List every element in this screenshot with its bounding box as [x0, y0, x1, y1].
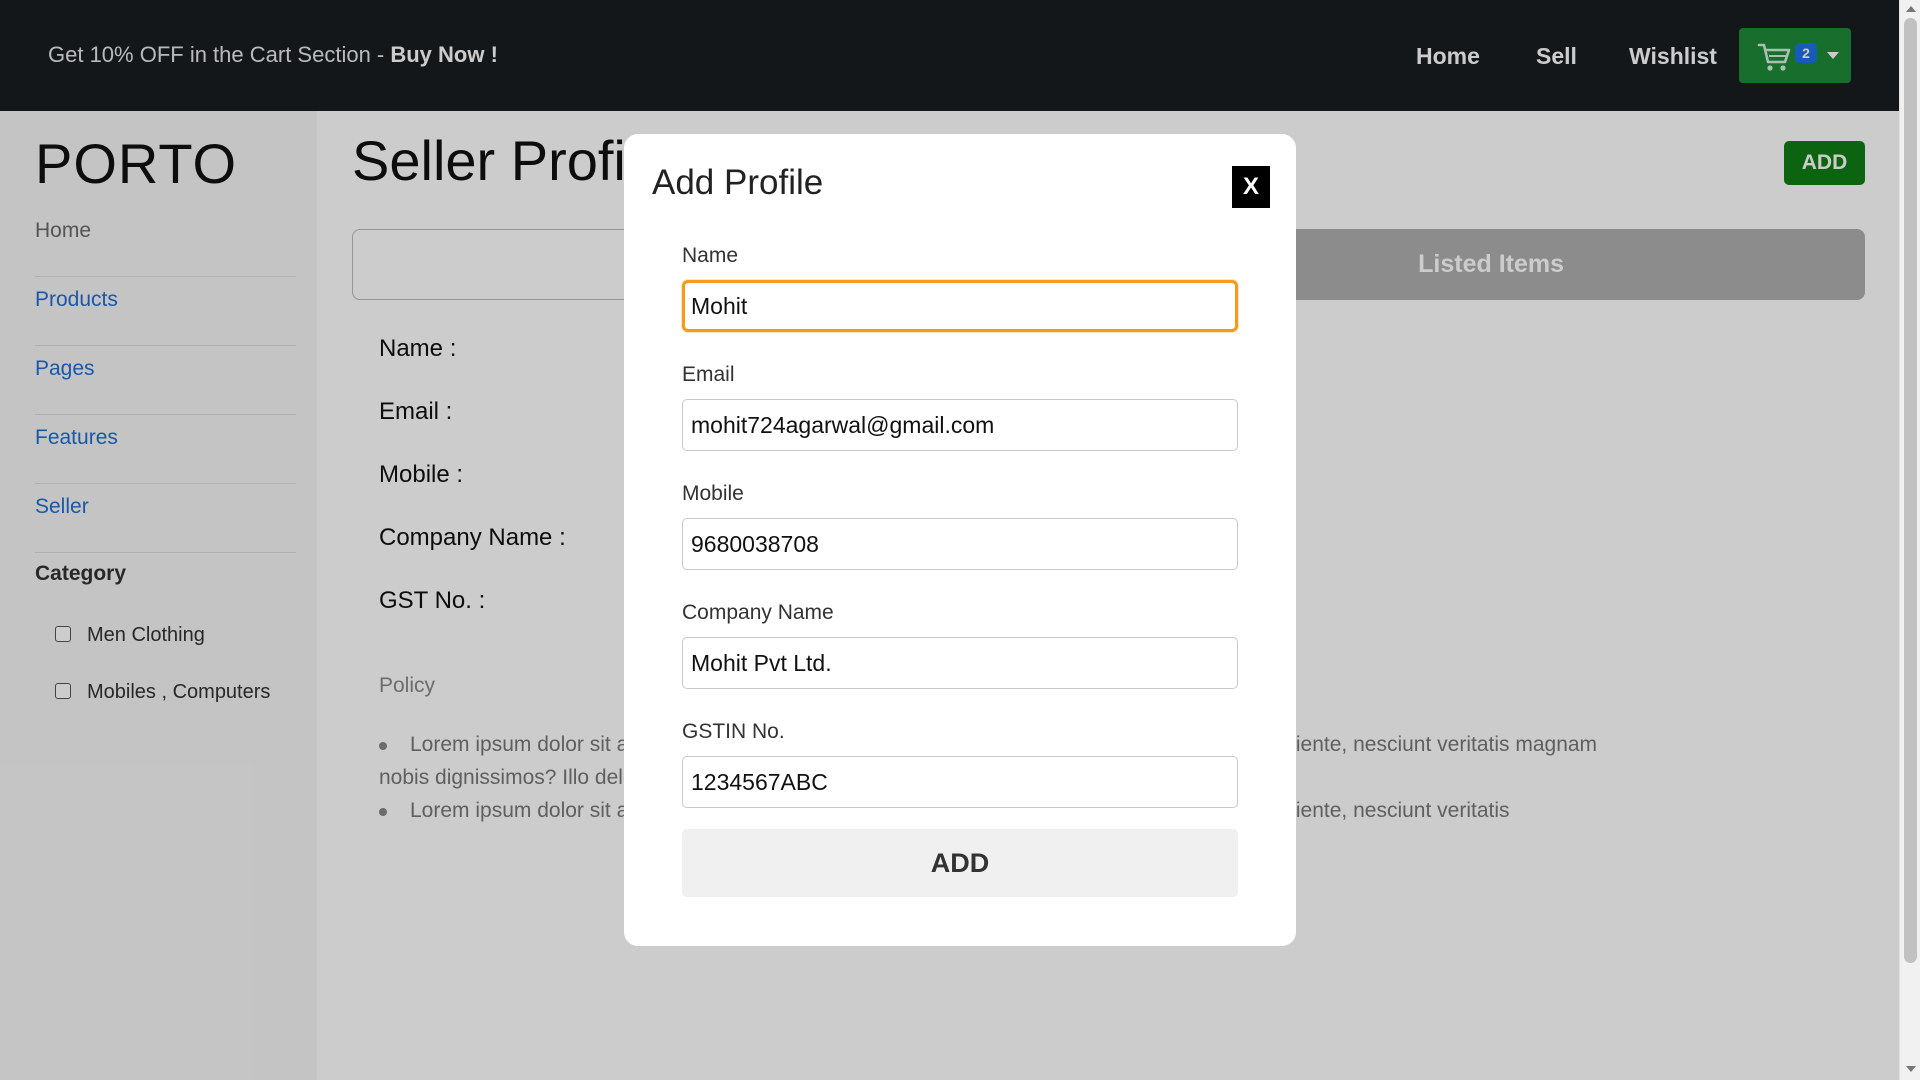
scroll-down-icon[interactable]	[1906, 1066, 1916, 1072]
mobile-field-label: Mobile	[682, 482, 744, 505]
mobile-field[interactable]	[682, 518, 1238, 570]
page-scrollbar[interactable]	[1899, 0, 1920, 1080]
close-button[interactable]: X	[1232, 166, 1270, 208]
name-field[interactable]	[682, 280, 1238, 332]
company-field[interactable]	[682, 637, 1238, 689]
modal-title: Add Profile	[652, 163, 824, 202]
gstin-field[interactable]	[682, 756, 1238, 808]
scroll-up-icon[interactable]	[1906, 6, 1916, 12]
add-profile-modal: Add Profile X Name Email Mobile Company …	[624, 134, 1296, 946]
email-field-label: Email	[682, 363, 735, 386]
gstin-field-label: GSTIN No.	[682, 720, 785, 743]
submit-button[interactable]: ADD	[682, 829, 1238, 897]
name-field-label: Name	[682, 244, 739, 267]
company-field-label: Company Name	[682, 601, 834, 624]
scrollbar-thumb[interactable]	[1904, 18, 1917, 963]
email-field[interactable]	[682, 399, 1238, 451]
